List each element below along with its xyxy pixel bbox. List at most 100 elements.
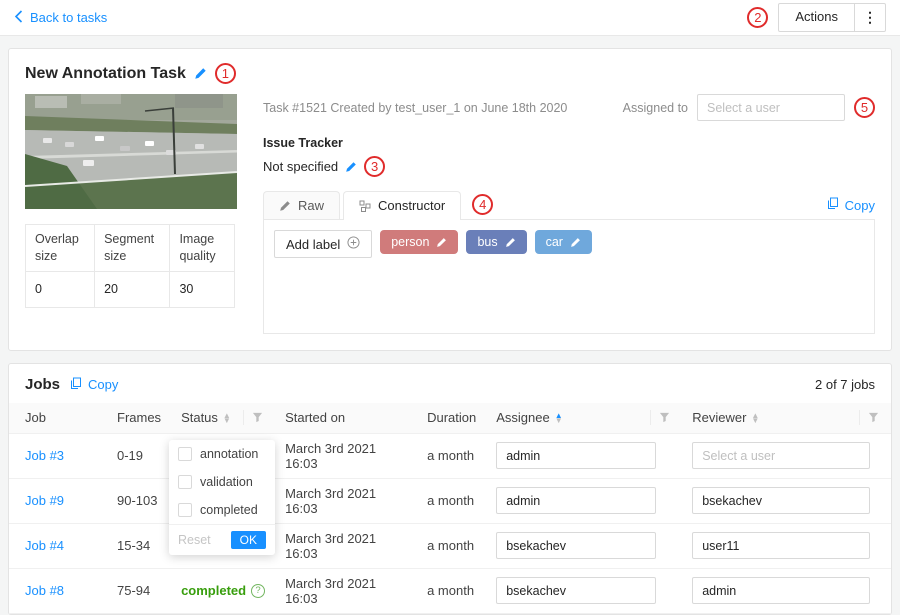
column-header-started-on: Started on <box>275 403 417 433</box>
filter-icon[interactable] <box>650 410 672 425</box>
status-header-label: Status <box>181 410 218 425</box>
task-title: New Annotation Task <box>25 65 186 83</box>
jobs-count: 2 of 7 jobs <box>815 377 875 392</box>
edit-task-name-icon[interactable] <box>194 67 207 80</box>
table-row: Job #9 90-103 March 3rd 2021 16:03 a mon… <box>9 478 891 523</box>
edit-label-icon[interactable] <box>436 237 447 248</box>
duration-cell: a month <box>417 433 486 478</box>
reviewer-input[interactable] <box>692 442 870 469</box>
column-header-job: Job <box>9 403 107 433</box>
table-row: Job #8 75-94 completed ? March 3rd 2021 … <box>9 568 891 613</box>
constructor-icon <box>359 200 371 212</box>
param-header-segment: Segment size <box>95 225 170 272</box>
topbar: Back to tasks 2 Actions ⋮ <box>0 0 900 36</box>
task-card: New Annotation Task 1 <box>8 48 892 351</box>
jobs-table-header-row: Job Frames Status ▲▼ Started on Duration <box>9 403 891 433</box>
filter-option-annotation[interactable]: annotation <box>169 440 275 468</box>
job-link[interactable]: Job #4 <box>25 538 64 553</box>
edit-label-icon[interactable] <box>570 237 581 248</box>
task-meta: Task #1521 Created by test_user_1 on Jun… <box>263 101 567 115</box>
table-row: Job #4 15-34 March 3rd 2021 16:03 a mont… <box>9 523 891 568</box>
question-circle-icon[interactable]: ? <box>251 584 265 598</box>
sort-icon: ▲▼ <box>223 413 231 423</box>
back-to-tasks-link[interactable]: Back to tasks <box>14 10 107 26</box>
status-cell: completed <box>181 583 246 598</box>
assignee-input[interactable] <box>496 442 656 469</box>
started-cell: March 3rd 2021 16:03 <box>275 478 417 523</box>
status-filter-dropdown: annotation validation completed Reset OK <box>169 440 275 555</box>
edit-issue-tracker-icon[interactable] <box>345 161 357 173</box>
filter-option-completed[interactable]: completed <box>169 496 275 524</box>
label-person-name: person <box>391 235 429 249</box>
assignee-header-label: Assignee <box>496 410 549 425</box>
frames-cell: 75-94 <box>107 568 171 613</box>
param-value-segment: 20 <box>95 271 170 307</box>
label-chip-person[interactable]: person <box>380 230 458 254</box>
jobs-card: Jobs Copy 2 of 7 jobs Job Frames St <box>8 363 892 615</box>
sort-icon: ▲▼ <box>751 413 759 423</box>
copy-labels-link[interactable]: Copy <box>827 197 875 213</box>
label-chip-bus[interactable]: bus <box>466 230 526 254</box>
tab-constructor-label: Constructor <box>378 198 445 213</box>
column-header-frames: Frames <box>107 403 171 433</box>
frames-cell: 90-103 <box>107 478 171 523</box>
assignee-input[interactable] <box>496 487 656 514</box>
label-car-name: car <box>546 235 563 249</box>
assignee-input[interactable] <box>496 577 656 604</box>
reviewer-input[interactable] <box>692 487 870 514</box>
callout-5: 5 <box>854 97 875 118</box>
param-value-overlap: 0 <box>26 271 95 307</box>
checkbox[interactable] <box>178 475 192 489</box>
callout-3: 3 <box>364 156 385 177</box>
callout-4: 4 <box>472 194 493 215</box>
issue-tracker-value: Not specified <box>263 159 338 174</box>
filter-option-label: validation <box>200 475 253 489</box>
frames-cell: 15-34 <box>107 523 171 568</box>
param-header-overlap: Overlap size <box>26 225 95 272</box>
duration-cell: a month <box>417 478 486 523</box>
duration-cell: a month <box>417 568 486 613</box>
add-label-button[interactable]: Add label <box>274 230 372 258</box>
sort-icon-ascending: ▲▼ <box>555 413 563 423</box>
checkbox[interactable] <box>178 447 192 461</box>
tab-raw-label: Raw <box>298 198 324 213</box>
filter-option-validation[interactable]: validation <box>169 468 275 496</box>
job-link[interactable]: Job #3 <box>25 448 64 463</box>
actions-menu-icon[interactable]: ⋮ <box>854 4 885 31</box>
filter-icon[interactable] <box>243 410 265 425</box>
label-chip-car[interactable]: car <box>535 230 592 254</box>
labels-constructor-panel: Add label person bus <box>263 220 875 334</box>
column-header-status[interactable]: Status ▲▼ <box>171 403 275 433</box>
copy-jobs-link[interactable]: Copy <box>70 377 118 393</box>
column-header-duration: Duration <box>417 403 486 433</box>
reset-button[interactable]: Reset <box>178 533 211 547</box>
reviewer-input[interactable] <box>692 577 870 604</box>
plus-circle-icon <box>347 236 360 252</box>
column-header-reviewer[interactable]: Reviewer ▲▼ <box>682 403 891 433</box>
filter-option-label: annotation <box>200 447 258 461</box>
job-link[interactable]: Job #8 <box>25 583 64 598</box>
filter-option-label: completed <box>200 503 258 517</box>
task-params-table: Overlap size Segment size Image quality … <box>25 224 235 308</box>
copy-icon <box>70 377 82 393</box>
filter-icon[interactable] <box>859 410 881 425</box>
tab-raw[interactable]: Raw <box>263 191 340 219</box>
checkbox[interactable] <box>178 503 192 517</box>
task-assignee-input[interactable] <box>697 94 845 121</box>
edit-label-icon[interactable] <box>505 237 516 248</box>
assignee-input[interactable] <box>496 532 656 559</box>
started-cell: March 3rd 2021 16:03 <box>275 433 417 478</box>
reviewer-input[interactable] <box>692 532 870 559</box>
actions-button[interactable]: Actions <box>779 4 854 31</box>
ok-button[interactable]: OK <box>231 531 266 549</box>
pencil-icon <box>279 200 291 212</box>
table-row: Job #3 0-19 March 3rd 2021 16:03 a month <box>9 433 891 478</box>
frames-cell: 0-19 <box>107 433 171 478</box>
job-link[interactable]: Job #9 <box>25 493 64 508</box>
jobs-table: Job Frames Status ▲▼ Started on Duration <box>9 403 891 614</box>
add-label-text: Add label <box>286 237 340 252</box>
assigned-to-label: Assigned to <box>623 101 688 115</box>
jobs-title: Jobs <box>25 376 60 393</box>
tab-constructor[interactable]: Constructor <box>343 191 461 220</box>
column-header-assignee[interactable]: Assignee ▲▼ <box>486 403 682 433</box>
